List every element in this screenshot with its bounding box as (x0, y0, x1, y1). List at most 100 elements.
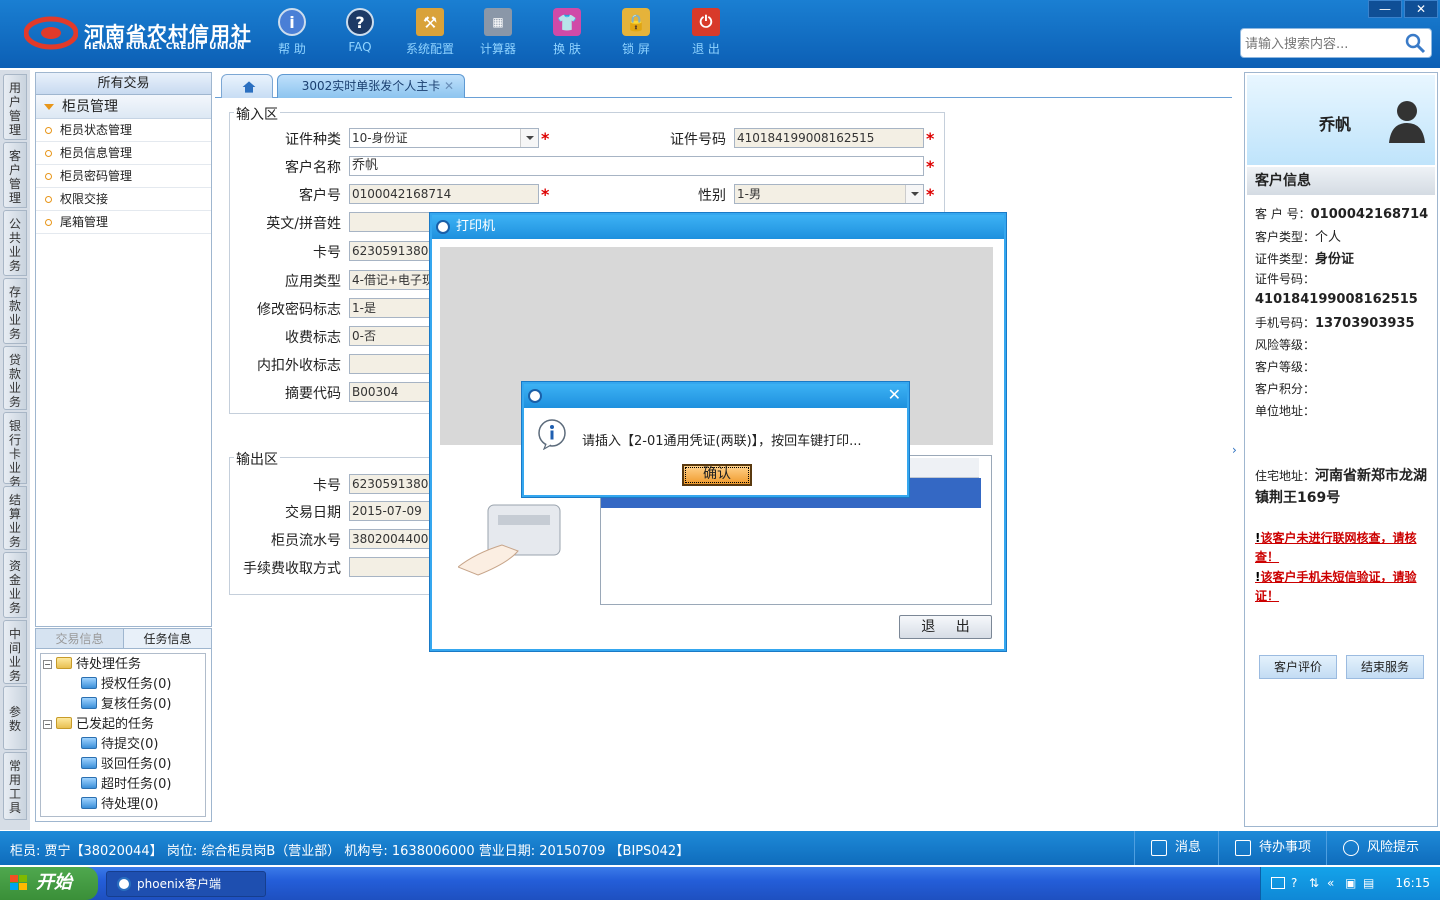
nav-item-tail-box[interactable]: 尾箱管理 (36, 211, 211, 234)
lock-screen-button[interactable]: 🔒 锁 屏 (606, 8, 666, 62)
nav-item-teller-password[interactable]: 柜员密码管理 (36, 165, 211, 188)
chevron-left-icon[interactable]: « (1327, 867, 1334, 900)
logo: 河南省农村信用社 HENAN RURAL CREDIT UNION (24, 12, 251, 56)
tree-node-review[interactable]: 复核任务(0) (81, 696, 171, 714)
tab-task-info[interactable]: 任务信息 (123, 629, 211, 648)
app-icon (117, 877, 131, 891)
tab-bar: 3002实时单张发个人主卡 ✕ (215, 72, 1232, 98)
window-controls: — ✕ (1368, 0, 1440, 18)
task-panel: 交易信息 任务信息 − 待处理任务 授权任务(0) 复核任务(0) − 已发起的任务… (35, 628, 212, 822)
chevron-down-icon[interactable] (520, 129, 538, 147)
app-icon (436, 220, 450, 234)
exit-button[interactable]: ⏻ 退 出 (676, 8, 736, 62)
risk-alert-button[interactable]: 风险提示 (1326, 831, 1440, 865)
tree-node-initiated[interactable]: − 已发起的任务 (43, 716, 154, 734)
envelope-icon (1151, 840, 1167, 856)
collapse-icon[interactable]: − (43, 720, 52, 729)
search-box (1240, 28, 1432, 58)
id-number-label: 证件号码 (670, 132, 726, 148)
help-button[interactable]: i 帮 助 (262, 8, 322, 62)
nav-item-permission-handover[interactable]: 权限交接 (36, 188, 211, 211)
vtab-settlement-business[interactable]: 结算业务 (3, 486, 27, 550)
confirm-button[interactable]: 确认 (682, 464, 752, 486)
msg-dialog-text: 请插入【2-01通用凭证(两联)】，按回车键打印... (582, 434, 862, 449)
ci-customer-level: 客户等级： (1255, 360, 1316, 374)
skin-button[interactable]: 👕 换 肤 (537, 8, 597, 62)
card-number-label: 卡号 (313, 245, 341, 261)
home-tab[interactable] (221, 74, 273, 98)
customer-name-field[interactable]: 乔帆 (349, 156, 924, 176)
search-input[interactable] (1245, 34, 1405, 54)
tab-3002-card-issue[interactable]: 3002实时单张发个人主卡 ✕ (277, 74, 465, 98)
panel-collapse-icon[interactable]: › (1232, 430, 1242, 470)
printer-exit-button[interactable]: 退 出 (899, 615, 992, 639)
customer-name: 乔帆 (1319, 115, 1352, 134)
collapse-icon[interactable]: − (43, 660, 52, 669)
monitor-icon[interactable]: ▣ (1345, 867, 1356, 900)
vtab-intermediary-business[interactable]: 中间业务 (3, 620, 27, 684)
message-button[interactable]: 消息 (1134, 831, 1224, 865)
nav-item-teller-status[interactable]: 柜员状态管理 (36, 119, 211, 142)
warning-sms-verify[interactable]: !该客户手机未短信验证，请验证！ (1255, 568, 1433, 606)
task-tree: − 待处理任务 授权任务(0) 复核任务(0) − 已发起的任务 待提交(0) 驳回… (40, 653, 206, 817)
start-button[interactable]: 开始 (0, 867, 98, 900)
nav-item-teller-info[interactable]: 柜员信息管理 (36, 142, 211, 165)
customer-panel: 乔帆 客户信息 客 户 号：0100042168714 客户类型：个人 证件类型… (1244, 72, 1438, 827)
gender-label: 性别 (698, 188, 726, 204)
tree-node-to-process[interactable]: 待处理(0) (81, 796, 158, 814)
customer-number-field[interactable]: 0100042168714 (349, 184, 539, 204)
vpn-icon[interactable]: ▤ (1363, 867, 1374, 900)
folder-icon (81, 777, 97, 789)
tree-node-timeout[interactable]: 超时任务(0) (81, 776, 171, 794)
msg-dialog-titlebar[interactable]: ✕ (524, 384, 907, 408)
search-icon[interactable] (1403, 31, 1427, 55)
customer-info-heading: 客户信息 (1247, 167, 1435, 195)
logo-text-en: HENAN RURAL CREDIT UNION (84, 42, 245, 52)
vtab-bank-card-business[interactable]: 银行卡业务 (3, 412, 27, 489)
vtab-public-business[interactable]: 公共业务 (3, 210, 27, 276)
tree-node-pending[interactable]: − 待处理任务 (43, 656, 141, 674)
nav-group-teller[interactable]: 柜员管理 (36, 95, 211, 119)
tree-node-auth[interactable]: 授权任务(0) (81, 676, 171, 694)
warning-network-check[interactable]: !该客户未进行联网核查，请核查！ (1255, 529, 1433, 567)
close-window-button[interactable]: ✕ (1404, 0, 1438, 18)
calculator-button[interactable]: ▦ 计算器 (468, 8, 528, 62)
ci-company-address: 单位地址： (1255, 404, 1316, 418)
ci-points: 客户积分： (1255, 382, 1316, 396)
vtab-deposit-business[interactable]: 存款业务 (3, 278, 27, 344)
vtab-common-tools[interactable]: 常用工具 (3, 752, 27, 820)
close-icon[interactable]: ✕ (888, 385, 901, 405)
tab-trade-info[interactable]: 交易信息 (36, 629, 123, 648)
faq-button[interactable]: ? FAQ (330, 8, 390, 62)
network-icon[interactable]: ⇅ (1309, 867, 1319, 900)
tree-node-rejected[interactable]: 驳回任务(0) (81, 756, 171, 774)
tree-node-to-submit[interactable]: 待提交(0) (81, 736, 158, 754)
vtab-loan-business[interactable]: 贷款业务 (3, 346, 27, 410)
printer-dialog-titlebar[interactable]: 打印机 (432, 215, 1004, 239)
keyboard-icon[interactable] (1271, 877, 1285, 889)
vtab-user-management[interactable]: 用户管理 (3, 74, 27, 140)
help-tray-icon[interactable]: ? (1291, 867, 1297, 900)
lock-icon: 🔒 (622, 8, 650, 36)
customer-evaluate-button[interactable]: 客户评价 (1259, 655, 1337, 679)
folder-icon (81, 697, 97, 709)
ci-customer-number: 客 户 号：0100042168714 (1255, 207, 1429, 222)
vtab-parameters[interactable]: 参数 (3, 686, 27, 750)
id-type-select[interactable]: 10-身份证 (349, 128, 539, 148)
expand-arrow-icon (44, 104, 54, 110)
id-number-field[interactable]: 410184199008162515 (734, 128, 924, 148)
vtab-customer-management[interactable]: 客户管理 (3, 142, 27, 208)
printer-icon (458, 504, 561, 576)
gender-select[interactable]: 1-男 (734, 184, 924, 204)
system-config-button[interactable]: ⚒ 系统配置 (400, 8, 460, 62)
required-mark: * (541, 129, 550, 148)
end-service-button[interactable]: 结束服务 (1346, 655, 1424, 679)
vtab-fund-business[interactable]: 资金业务 (3, 552, 27, 618)
chevron-down-icon[interactable] (905, 185, 923, 203)
todo-button[interactable]: 待办事项 (1218, 831, 1326, 865)
minimize-button[interactable]: — (1368, 0, 1402, 18)
taskbar-app-phoenix[interactable]: phoenix客户端 (106, 871, 266, 897)
bullet-icon (45, 196, 52, 203)
tab-close-icon[interactable]: ✕ (444, 75, 454, 97)
bullet-icon (45, 150, 52, 157)
